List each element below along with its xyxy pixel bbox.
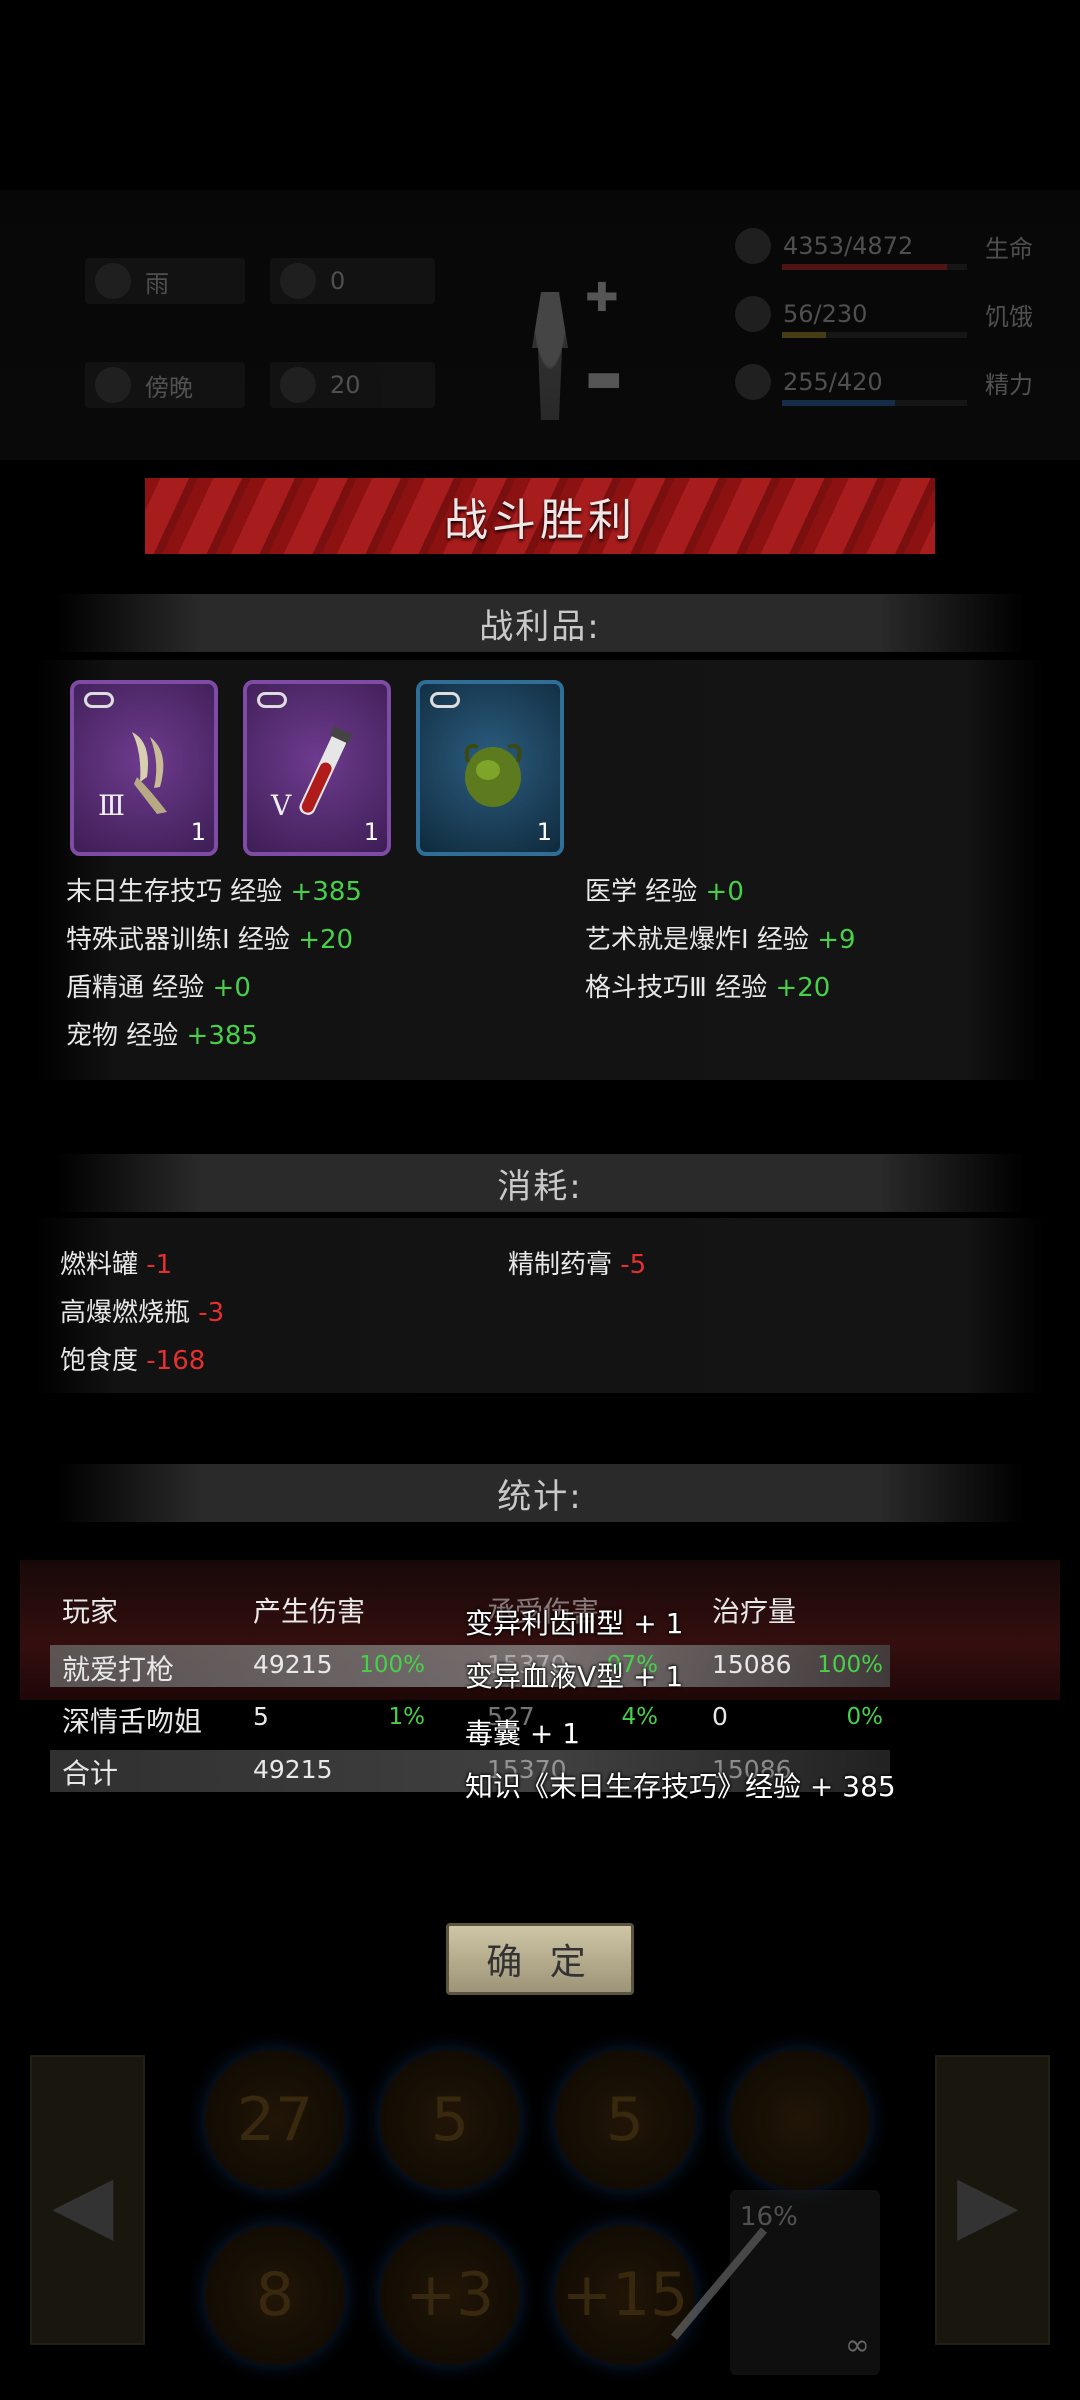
weapon-durability: 16%: [740, 2202, 798, 2232]
skill-bar: 27 5 5 8 +3 +15: [0, 2050, 1080, 2400]
item-qty: 1: [190, 818, 206, 846]
damage-dealt-pct: 100%: [359, 1652, 425, 1678]
loot-slot-2[interactable]: Ⅴ 1: [243, 680, 391, 856]
consume-line: 饱食度 -168: [60, 1346, 206, 1376]
reward-toast: 知识《末日生存技巧》经验 + 385: [465, 1770, 896, 1803]
health-value: 4353/4872: [783, 232, 914, 260]
hunger-label: 饥饿: [985, 302, 1033, 331]
damage-dealt-pct: 1%: [388, 1704, 426, 1730]
healing-pct: 0%: [846, 1704, 884, 1730]
damage-dealt: 5: [253, 1702, 269, 1731]
healing: 15086: [712, 1650, 792, 1679]
consume-line: 精制药膏 -5: [508, 1250, 647, 1280]
exp-line: 宠物 经验 +385: [66, 1021, 258, 1051]
healing: 0: [712, 1702, 728, 1731]
exp-line: 末日生存技巧 经验 +385: [66, 877, 362, 907]
temperature-value: 20: [330, 371, 361, 399]
consume-line: 高爆燃烧瓶 -3: [60, 1298, 225, 1328]
plus-icon: ✚: [585, 275, 619, 321]
stats-section-title: 统计:: [55, 1464, 1025, 1522]
banner-title: 战斗胜利: [444, 495, 636, 546]
radiation-value: 0: [330, 267, 346, 295]
energy-value: 255/420: [783, 368, 883, 396]
time-label: 傍晚: [145, 373, 193, 402]
confirm-button[interactable]: 确 定: [446, 1923, 634, 1995]
skill-slot[interactable]: +3: [380, 2225, 520, 2365]
loot-slot-1[interactable]: Ⅲ 1: [70, 680, 218, 856]
health-bar: [782, 264, 967, 270]
hunger-value: 56/230: [783, 300, 868, 328]
weather-indicator: 雨: [85, 258, 245, 304]
link-icon: [430, 692, 460, 708]
lightning-icon: [735, 364, 771, 400]
weapon-ammo: ∞: [845, 2328, 870, 2363]
damage-dealt: 49215: [253, 1650, 333, 1679]
header-damage-dealt: 产生伤害: [253, 1595, 366, 1628]
consume-section-title: 消耗:: [55, 1154, 1025, 1212]
heart-icon: [735, 228, 771, 264]
link-icon: [257, 692, 287, 708]
link-icon: [84, 692, 114, 708]
skill-slot[interactable]: +15: [555, 2225, 695, 2365]
temperature-indicator: 20: [270, 362, 435, 408]
health-label: 生命: [985, 234, 1033, 263]
weapon-slot[interactable]: 16% ∞: [670, 2190, 880, 2375]
health-stat: 4353/4872 生命: [735, 218, 1055, 274]
player-name: 就爱打枪: [62, 1653, 175, 1686]
exp-line: 盾精通 经验 +0: [66, 973, 251, 1003]
item-tier: Ⅴ: [271, 789, 292, 822]
hunger-stat: 56/230 饥饿: [735, 286, 1055, 342]
skill-slot[interactable]: 8: [205, 2225, 345, 2365]
exp-line: 医学 经验 +0: [585, 877, 744, 907]
header-healing: 治疗量: [712, 1595, 797, 1628]
reward-toast: 毒囊 + 1: [465, 1717, 581, 1750]
player-name: 深情舌吻姐: [62, 1705, 203, 1738]
thermometer-icon: [280, 367, 316, 403]
skill-slot[interactable]: 5: [555, 2050, 695, 2190]
energy-bar: [782, 400, 967, 406]
consume-line: 燃料罐 -1: [60, 1250, 173, 1280]
energy-label: 精力: [985, 370, 1033, 399]
hunger-icon: [735, 296, 771, 332]
damage-taken-pct: 4%: [621, 1704, 659, 1730]
skill-slot[interactable]: [730, 2050, 870, 2190]
header-player: 玩家: [62, 1595, 119, 1628]
time-indicator: 傍晚: [85, 362, 245, 408]
loot-slot-3[interactable]: 1: [416, 680, 564, 856]
exp-line: 艺术就是爆炸Ⅰ 经验 +9: [585, 925, 856, 955]
item-qty: 1: [536, 818, 552, 846]
exp-line: 格斗技巧Ⅲ 经验 +20: [585, 973, 831, 1003]
reward-toast: 变异利齿Ⅲ型 + 1: [465, 1607, 684, 1640]
item-tier: Ⅲ: [98, 789, 126, 822]
energy-stat: 255/420 精力: [735, 354, 1055, 410]
rain-icon: [95, 263, 131, 299]
radiation-indicator: 0: [270, 258, 435, 304]
skill-slot[interactable]: 27: [205, 2050, 345, 2190]
clock-icon: [95, 367, 131, 403]
victory-banner: 战斗胜利: [145, 478, 935, 554]
healing-pct: 100%: [817, 1652, 883, 1678]
poison-sac-item-icon: [464, 744, 522, 807]
weather-label: 雨: [145, 269, 169, 298]
total-label: 合计: [62, 1757, 119, 1790]
item-qty: 1: [363, 818, 379, 846]
loot-section-title: 战利品:: [55, 594, 1025, 652]
skill-slot[interactable]: 5: [380, 2050, 520, 2190]
total-damage-dealt: 49215: [253, 1755, 333, 1784]
blood-vial-item-icon: [299, 726, 353, 815]
radiation-icon: [280, 263, 316, 299]
exp-line: 特殊武器训练Ⅰ 经验 +20: [66, 925, 354, 955]
minus-icon: ▬: [585, 355, 623, 401]
hunger-bar: [782, 332, 967, 338]
reward-toast: 变异血液Ⅴ型 + 1: [465, 1660, 684, 1693]
